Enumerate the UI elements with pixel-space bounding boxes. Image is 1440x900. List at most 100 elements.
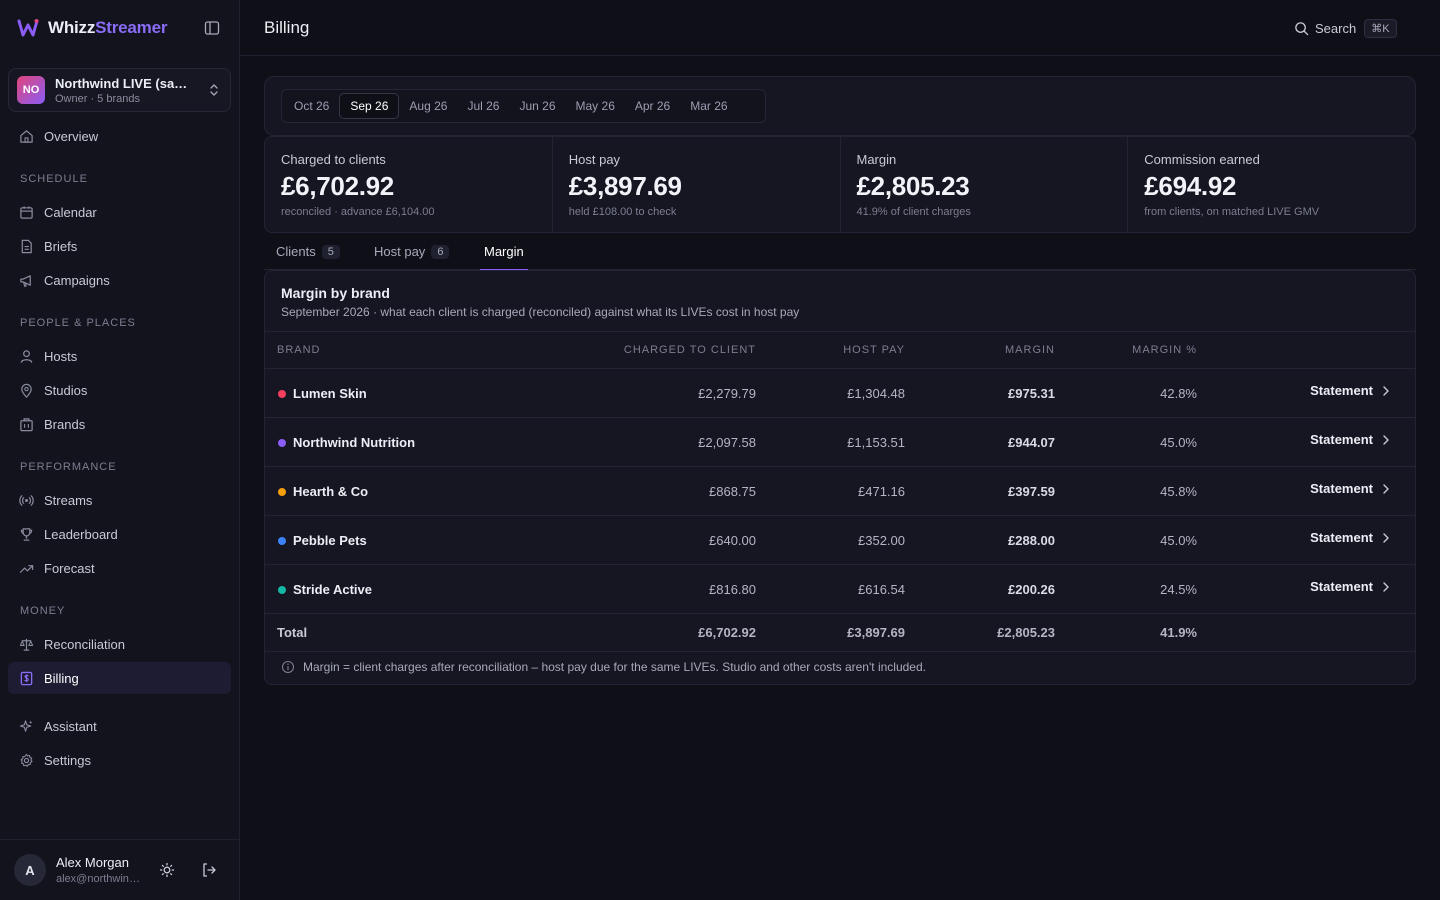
margin-value: £975.31: [1008, 386, 1055, 401]
stat-sub: 41.9% of client charges: [856, 206, 971, 218]
statement-button[interactable]: Statement: [1310, 530, 1391, 545]
billing-summary: Charged to clients £6,702.92 reconciled · …: [264, 136, 1416, 233]
host-pay-value: £616.54: [858, 582, 905, 597]
nav-section-schedule: SCHEDULE: [20, 173, 88, 185]
statement-button[interactable]: Statement: [1310, 383, 1391, 398]
month-tab[interactable]: Oct 26: [284, 93, 339, 119]
statement-button[interactable]: Statement: [1310, 481, 1391, 496]
margin-pct-value: 45.8%: [1160, 484, 1197, 499]
total-label: Total: [277, 625, 308, 640]
user-email: alex@northwind…: [56, 873, 142, 885]
month-tab[interactable]: Aug 26: [399, 93, 457, 119]
nav-campaigns[interactable]: Campaigns: [8, 264, 231, 296]
tab-clients[interactable]: Clients 5: [276, 233, 340, 270]
nav-briefs[interactable]: Briefs: [8, 230, 231, 262]
avatar[interactable]: A: [14, 854, 46, 886]
card-subtitle: September 2026 · what each client is cha…: [281, 305, 800, 319]
stat-card: Host pay £3,897.69 held £108.00 to check: [553, 137, 841, 232]
tab-clients-label: Clients: [276, 244, 316, 259]
table-row[interactable]: Hearth & Co £868.75 £471.16 £397.59 45.8% Sta…: [265, 467, 1415, 516]
nav-streams[interactable]: Streams: [8, 484, 231, 516]
margin-pct-value: 24.5%: [1160, 582, 1197, 597]
card-title: Margin by brand: [281, 285, 390, 301]
col-margin: MARGIN: [1005, 344, 1055, 356]
month-tab[interactable]: Jul 26: [457, 93, 509, 119]
month-tab[interactable]: Sep 26: [339, 93, 400, 119]
tab-margin-label: Margin: [484, 244, 524, 259]
section-tabs: Clients 5 Host pay 6 Margin: [264, 233, 1416, 271]
nav-calendar-label: Calendar: [44, 204, 97, 220]
charged-value: £2,279.79: [698, 386, 756, 401]
nav-billing[interactable]: Billing: [8, 662, 231, 694]
tab-margin[interactable]: Margin: [480, 233, 528, 271]
nav-assistant[interactable]: Assistant: [8, 710, 231, 742]
nav-section-people: PEOPLE & PLACES: [20, 317, 136, 329]
charged-value: £2,097.58: [698, 435, 756, 450]
statement-button[interactable]: Statement: [1310, 432, 1391, 447]
nav-assistant-label: Assistant: [44, 718, 97, 734]
nav-calendar[interactable]: Calendar: [8, 196, 231, 228]
table-row[interactable]: Lumen Skin £2,279.79 £1,304.48 £975.31 42.8%…: [265, 369, 1415, 418]
nav-reconciliation-label: Reconciliation: [44, 636, 125, 652]
total-margin: £2,805.23: [997, 625, 1055, 640]
logout-icon[interactable]: [199, 860, 219, 880]
nav-settings[interactable]: Settings: [8, 744, 231, 776]
broadcast-icon: [18, 492, 34, 508]
stat-value: £3,897.69: [568, 171, 682, 201]
brand-color-dot: [278, 586, 286, 594]
nav-forecast[interactable]: Forecast: [8, 552, 231, 584]
nav-studios[interactable]: Studios: [8, 374, 231, 406]
brand-color-dot: [278, 390, 286, 398]
table-row[interactable]: Pebble Pets £640.00 £352.00 £288.00 45.0% Sta…: [265, 516, 1415, 565]
chevron-up-down-icon: [206, 83, 222, 97]
user-profile: A Alex Morgan alex@northwind…: [0, 839, 239, 900]
info-icon: [281, 660, 295, 674]
charged-value: £868.75: [709, 484, 756, 499]
margin-note: Margin = client charges after reconcilia…: [281, 660, 926, 674]
nav-overview[interactable]: Overview: [8, 120, 231, 152]
margin-pct-value: 42.8%: [1160, 386, 1197, 401]
statement-label: Statement: [1310, 530, 1373, 545]
search-button[interactable]: Search ⌘K: [1294, 17, 1397, 39]
month-tab[interactable]: Mar 26: [680, 93, 737, 119]
stat-sub: held £108.00 to check: [568, 206, 677, 218]
nav-hosts-label: Hosts: [44, 348, 78, 364]
org-role: Owner · 5 brands: [55, 92, 140, 105]
theme-toggle-icon[interactable]: [157, 860, 177, 880]
stat-card: Charged to clients £6,702.92 reconciled · …: [265, 137, 553, 232]
statement-label: Statement: [1310, 432, 1373, 447]
app-brand[interactable]: WhizzStreamer: [16, 16, 224, 40]
stat-value: £6,702.92: [281, 171, 394, 201]
chevron-right-icon: [1381, 532, 1391, 544]
month-tabs: Oct 26 Sep 26 Aug 26 Jul 26 Jun 26 May 26 Apr …: [281, 89, 766, 123]
nav-briefs-label: Briefs: [44, 238, 78, 254]
table-row[interactable]: Northwind Nutrition £2,097.58 £1,153.51 £94…: [265, 418, 1415, 467]
brand-name: Stride Active: [293, 582, 372, 597]
nav-reconciliation[interactable]: Reconciliation: [8, 628, 231, 660]
search-icon: [1294, 21, 1309, 36]
page-title: Billing: [264, 18, 310, 37]
sidebar-toggle-icon[interactable]: [202, 18, 222, 38]
chevron-right-icon: [1381, 434, 1391, 446]
margin-pct-value: 45.0%: [1160, 533, 1197, 548]
org-avatar: NO: [17, 76, 45, 104]
nav-hosts[interactable]: Hosts: [8, 340, 231, 372]
statement-button[interactable]: Statement: [1310, 579, 1391, 594]
col-margin-pct: MARGIN %: [1132, 344, 1197, 356]
total-host-pay: £3,897.69: [847, 625, 905, 640]
total-charged: £6,702.92: [698, 625, 756, 640]
col-host-pay: HOST PAY: [843, 344, 905, 356]
org-switcher[interactable]: NO Northwind LIVE (sa… Owner · 5 brands: [8, 68, 231, 112]
nav-leaderboard[interactable]: Leaderboard: [8, 518, 231, 550]
month-tab[interactable]: Jun 26: [509, 93, 565, 119]
stat-card: Commission earned £694.92 from clients, on…: [1128, 137, 1415, 232]
month-tab[interactable]: Apr 26: [625, 93, 680, 119]
month-tab[interactable]: May 26: [566, 93, 625, 119]
host-pay-value: £1,153.51: [847, 435, 905, 450]
tab-host-pay[interactable]: Host pay 6: [374, 233, 450, 270]
tab-clients-count: 5: [321, 244, 340, 259]
table-row[interactable]: Stride Active £816.80 £616.54 £200.26 24.5% S…: [265, 565, 1415, 614]
nav-brands[interactable]: Brands: [8, 408, 231, 440]
nav-campaigns-label: Campaigns: [44, 272, 110, 288]
statement-label: Statement: [1310, 383, 1373, 398]
